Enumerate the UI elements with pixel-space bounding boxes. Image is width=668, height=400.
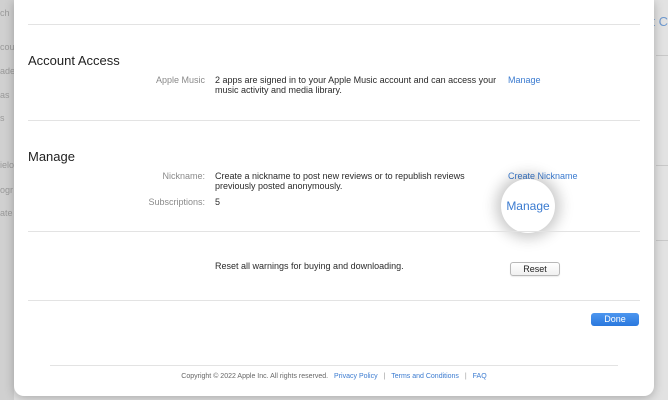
background-sidebar-text: as	[0, 90, 10, 100]
background-sidebar-text: ogr	[0, 185, 14, 195]
terms-link[interactable]: Terms and Conditions	[391, 373, 459, 380]
background-sidebar	[0, 0, 14, 400]
manage-title: Manage	[28, 149, 75, 164]
divider	[28, 24, 640, 25]
divider	[28, 300, 640, 301]
apple-music-manage-link[interactable]: Manage	[508, 75, 541, 85]
background-sidebar-text: cou	[0, 42, 15, 52]
background-sidebar-text: ielo	[0, 160, 15, 170]
subscriptions-label: Subscriptions:	[148, 197, 205, 207]
background-divider	[656, 55, 668, 56]
footer-divider	[50, 365, 618, 366]
apple-music-label: Apple Music	[155, 75, 205, 85]
footer-separator: |	[464, 373, 467, 380]
subscriptions-manage-link[interactable]: Manage	[501, 179, 555, 233]
done-button[interactable]: Done	[591, 313, 639, 326]
background-sidebar-text: s	[0, 113, 5, 123]
background-sidebar-text: ade	[0, 66, 16, 76]
divider	[28, 120, 640, 121]
nickname-label: Nickname:	[162, 171, 205, 181]
footer: Copyright © 2022 Apple Inc. All rights r…	[14, 373, 654, 380]
background-sidebar-text: ch	[0, 8, 10, 18]
faq-link[interactable]: FAQ	[473, 373, 487, 380]
footer-separator: |	[383, 373, 386, 380]
apple-music-description: 2 apps are signed in to your Apple Music…	[215, 75, 497, 95]
background-sidebar-text: ate	[0, 208, 13, 218]
divider	[28, 231, 640, 232]
reset-warnings-description: Reset all warnings for buying and downlo…	[215, 261, 404, 271]
privacy-policy-link[interactable]: Privacy Policy	[334, 373, 378, 380]
background-divider	[656, 165, 668, 166]
reset-button[interactable]: Reset	[510, 262, 560, 276]
background-divider	[656, 240, 668, 241]
account-access-title: Account Access	[28, 53, 120, 68]
nickname-description: Create a nickname to post new reviews or…	[215, 171, 465, 191]
copyright-text: Copyright © 2022 Apple Inc. All rights r…	[181, 373, 329, 380]
account-settings-sheet: Account Access Apple Music 2 apps are si…	[14, 0, 654, 396]
subscriptions-count: 5	[215, 197, 221, 207]
